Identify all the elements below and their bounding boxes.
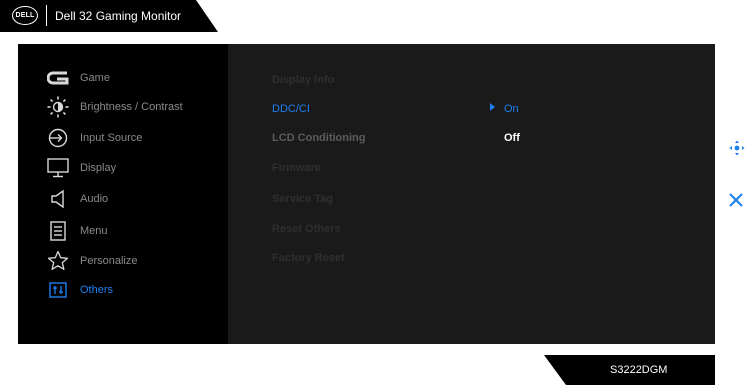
option-on[interactable]: On [504,103,519,115]
submenu-panel: Display Info DDC/CI LCD Conditioning Fir… [228,44,715,344]
menu-item-label: Menu [80,225,108,237]
menu-item-label: Display [80,162,117,174]
menu-item-label: Personalize [80,255,138,267]
option-off[interactable]: Off [504,132,520,144]
menu-item-personalize[interactable]: Personalize [18,247,228,275]
monitor-title: Dell 32 Gaming Monitor [55,9,182,23]
display-icon [47,157,69,179]
title-bar: DELL Dell 32 Gaming Monitor [0,0,218,32]
close-icon[interactable] [727,191,745,209]
menu-item-label: Game [80,72,110,84]
menu-item-others[interactable]: Others [18,276,228,304]
brightness-icon [47,96,69,118]
submenu-item-firmware[interactable]: Firmware [272,162,321,174]
model-bar: S3222DGM [544,355,715,385]
menu-item-label: Audio [80,193,109,205]
menu-item-label: Brightness / Contrast [80,101,183,113]
submenu-item-reset-others[interactable]: Reset Others [272,223,340,235]
title-divider [46,5,47,26]
game-icon [47,67,69,89]
menu-item-input-source[interactable]: Input Source [18,124,228,152]
model-number: S3222DGM [610,364,668,376]
submenu-item-service-tag[interactable]: Service Tag [272,193,333,205]
menu-item-label: Input Source [80,132,143,144]
selected-arrow-icon [490,103,495,111]
dell-logo: DELL [12,6,38,25]
menu-item-menu[interactable]: Menu [18,217,228,245]
others-icon [47,279,69,301]
menu-item-game[interactable]: Game [18,64,228,92]
submenu-item-display-info[interactable]: Display Info [272,74,334,86]
submenu-item-ddc-ci[interactable]: DDC/CI [272,103,310,115]
joystick-icon[interactable] [728,139,746,157]
menu-item-label: Others [80,284,114,296]
menu-icon [47,220,69,242]
osd-panel: Game Brightness / Contrast Input Source … [18,44,715,344]
menu-item-brightness-contrast[interactable]: Brightness / Contrast [18,93,228,121]
submenu-item-lcd-conditioning[interactable]: LCD Conditioning [272,132,365,144]
audio-icon [47,188,69,210]
star-icon [47,250,69,272]
submenu-item-factory-reset[interactable]: Factory Reset [272,252,345,264]
menu-item-audio[interactable]: Audio [18,185,228,213]
input-source-icon [47,127,69,149]
menu-item-display[interactable]: Display [18,154,228,182]
